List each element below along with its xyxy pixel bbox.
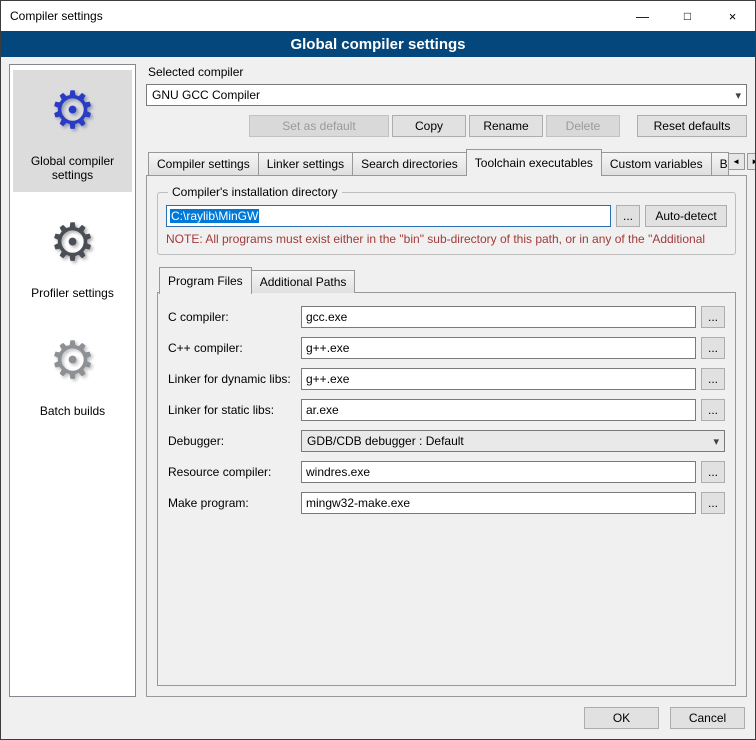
- sidebar-item-label: Batch builds: [40, 404, 105, 418]
- install-dir-browse-button[interactable]: ...: [616, 205, 640, 227]
- close-button[interactable]: ×: [710, 1, 755, 31]
- tab-scroll-buttons: ◄ ►: [728, 153, 756, 172]
- debugger-combobox[interactable]: GDB/CDB debugger : Default ▾: [301, 430, 725, 452]
- c-compiler-label: C compiler:: [168, 310, 296, 324]
- debugger-combobox-value: GDB/CDB debugger : Default: [307, 434, 464, 448]
- sidebar-item-global-compiler-settings[interactable]: ⚙ Global compiler settings: [13, 70, 132, 192]
- cpp-compiler-browse-button[interactable]: ...: [701, 337, 725, 359]
- make-program-input[interactable]: [301, 492, 696, 514]
- tab-additional-paths[interactable]: Additional Paths: [251, 270, 356, 293]
- tab-search-directories[interactable]: Search directories: [352, 152, 467, 175]
- linker-dynamic-label: Linker for dynamic libs:: [168, 372, 296, 386]
- global-compiler-gear-icon: ⚙: [49, 78, 96, 150]
- compiler-actions: Set as default Copy Rename Delete Reset …: [146, 115, 747, 137]
- debugger-label: Debugger:: [168, 434, 296, 448]
- toolchain-executables-panel: Compiler's installation directory C:\ray…: [146, 175, 747, 697]
- ok-button[interactable]: OK: [584, 707, 659, 729]
- linker-dynamic-input[interactable]: [301, 368, 696, 390]
- linker-static-input[interactable]: [301, 399, 696, 421]
- form-row-linker-dynamic: Linker for dynamic libs: ...: [168, 368, 725, 390]
- compiler-combobox-value: GNU GCC Compiler: [152, 88, 260, 102]
- linker-static-label: Linker for static libs:: [168, 403, 296, 417]
- batch-builds-icon: ⚙: [49, 328, 96, 400]
- resource-compiler-input[interactable]: [301, 461, 696, 483]
- sidebar-item-label: Global compiler settings: [15, 154, 130, 182]
- dialog-footer: OK Cancel: [1, 705, 755, 739]
- tab-toolchain-executables[interactable]: Toolchain executables: [466, 149, 602, 176]
- sidebar-item-profiler-settings[interactable]: ⚙ Profiler settings: [13, 202, 132, 310]
- maximize-button[interactable]: □: [665, 1, 710, 31]
- window-title: Compiler settings: [10, 9, 103, 23]
- chevron-down-icon: ▾: [735, 89, 741, 102]
- form-row-cpp-compiler: C++ compiler: ...: [168, 337, 725, 359]
- tab-custom-variables[interactable]: Custom variables: [601, 152, 712, 175]
- settings-tabstrip: Compiler settings Linker settings Search…: [146, 149, 747, 175]
- rename-button[interactable]: Rename: [469, 115, 543, 137]
- delete-button[interactable]: Delete: [546, 115, 620, 137]
- installation-directory-legend: Compiler's installation directory: [168, 185, 342, 199]
- reset-defaults-button[interactable]: Reset defaults: [637, 115, 747, 137]
- tab-scroll-left-icon[interactable]: ◄: [728, 153, 745, 170]
- sidebar: ⚙ Global compiler settings ⚙ Profiler se…: [9, 64, 136, 697]
- linker-dynamic-browse-button[interactable]: ...: [701, 368, 725, 390]
- profiler-icon: ⚙: [49, 210, 96, 282]
- linker-static-browse-button[interactable]: ...: [701, 399, 725, 421]
- form-row-debugger: Debugger: GDB/CDB debugger : Default ▾: [168, 430, 725, 452]
- install-dir-input[interactable]: C:\raylib\MinGW: [166, 205, 611, 227]
- tab-build-options[interactable]: Buil: [711, 152, 729, 175]
- minimize-button[interactable]: —: [620, 1, 665, 31]
- tab-program-files[interactable]: Program Files: [159, 267, 252, 294]
- selected-compiler-label: Selected compiler: [148, 65, 747, 79]
- resource-compiler-label: Resource compiler:: [168, 465, 296, 479]
- form-row-make-program: Make program: ...: [168, 492, 725, 514]
- copy-button[interactable]: Copy: [392, 115, 466, 137]
- make-program-browse-button[interactable]: ...: [701, 492, 725, 514]
- compiler-combobox[interactable]: GNU GCC Compiler ▾: [146, 84, 747, 106]
- make-program-label: Make program:: [168, 496, 296, 510]
- cancel-button[interactable]: Cancel: [670, 707, 745, 729]
- page-title: Global compiler settings: [1, 31, 755, 57]
- c-compiler-browse-button[interactable]: ...: [701, 306, 725, 328]
- titlebar: Compiler settings — □ ×: [1, 1, 755, 31]
- install-dir-note: NOTE: All programs must exist either in …: [166, 232, 727, 246]
- cpp-compiler-input[interactable]: [301, 337, 696, 359]
- cpp-compiler-label: C++ compiler:: [168, 341, 296, 355]
- program-files-panel: C compiler: ... C++ compiler: ... Linker…: [157, 292, 736, 686]
- installation-directory-group: Compiler's installation directory C:\ray…: [157, 185, 736, 255]
- tab-linker-settings[interactable]: Linker settings: [258, 152, 353, 175]
- set-as-default-button[interactable]: Set as default: [249, 115, 389, 137]
- c-compiler-input[interactable]: [301, 306, 696, 328]
- form-row-linker-static: Linker for static libs: ...: [168, 399, 725, 421]
- autodetect-button[interactable]: Auto-detect: [645, 205, 727, 227]
- tab-scroll-right-icon[interactable]: ►: [747, 153, 756, 170]
- resource-compiler-browse-button[interactable]: ...: [701, 461, 725, 483]
- form-row-c-compiler: C compiler: ...: [168, 306, 725, 328]
- sidebar-item-label: Profiler settings: [31, 286, 114, 300]
- tab-compiler-settings[interactable]: Compiler settings: [148, 152, 259, 175]
- install-dir-selected-text: C:\raylib\MinGW: [170, 209, 259, 223]
- form-row-resource-compiler: Resource compiler: ...: [168, 461, 725, 483]
- sidebar-item-batch-builds[interactable]: ⚙ Batch builds: [13, 320, 132, 428]
- chevron-down-icon: ▾: [713, 435, 719, 448]
- programs-tabstrip: Program Files Additional Paths: [157, 267, 736, 293]
- compiler-settings-window: Compiler settings — □ × Global compiler …: [0, 0, 756, 740]
